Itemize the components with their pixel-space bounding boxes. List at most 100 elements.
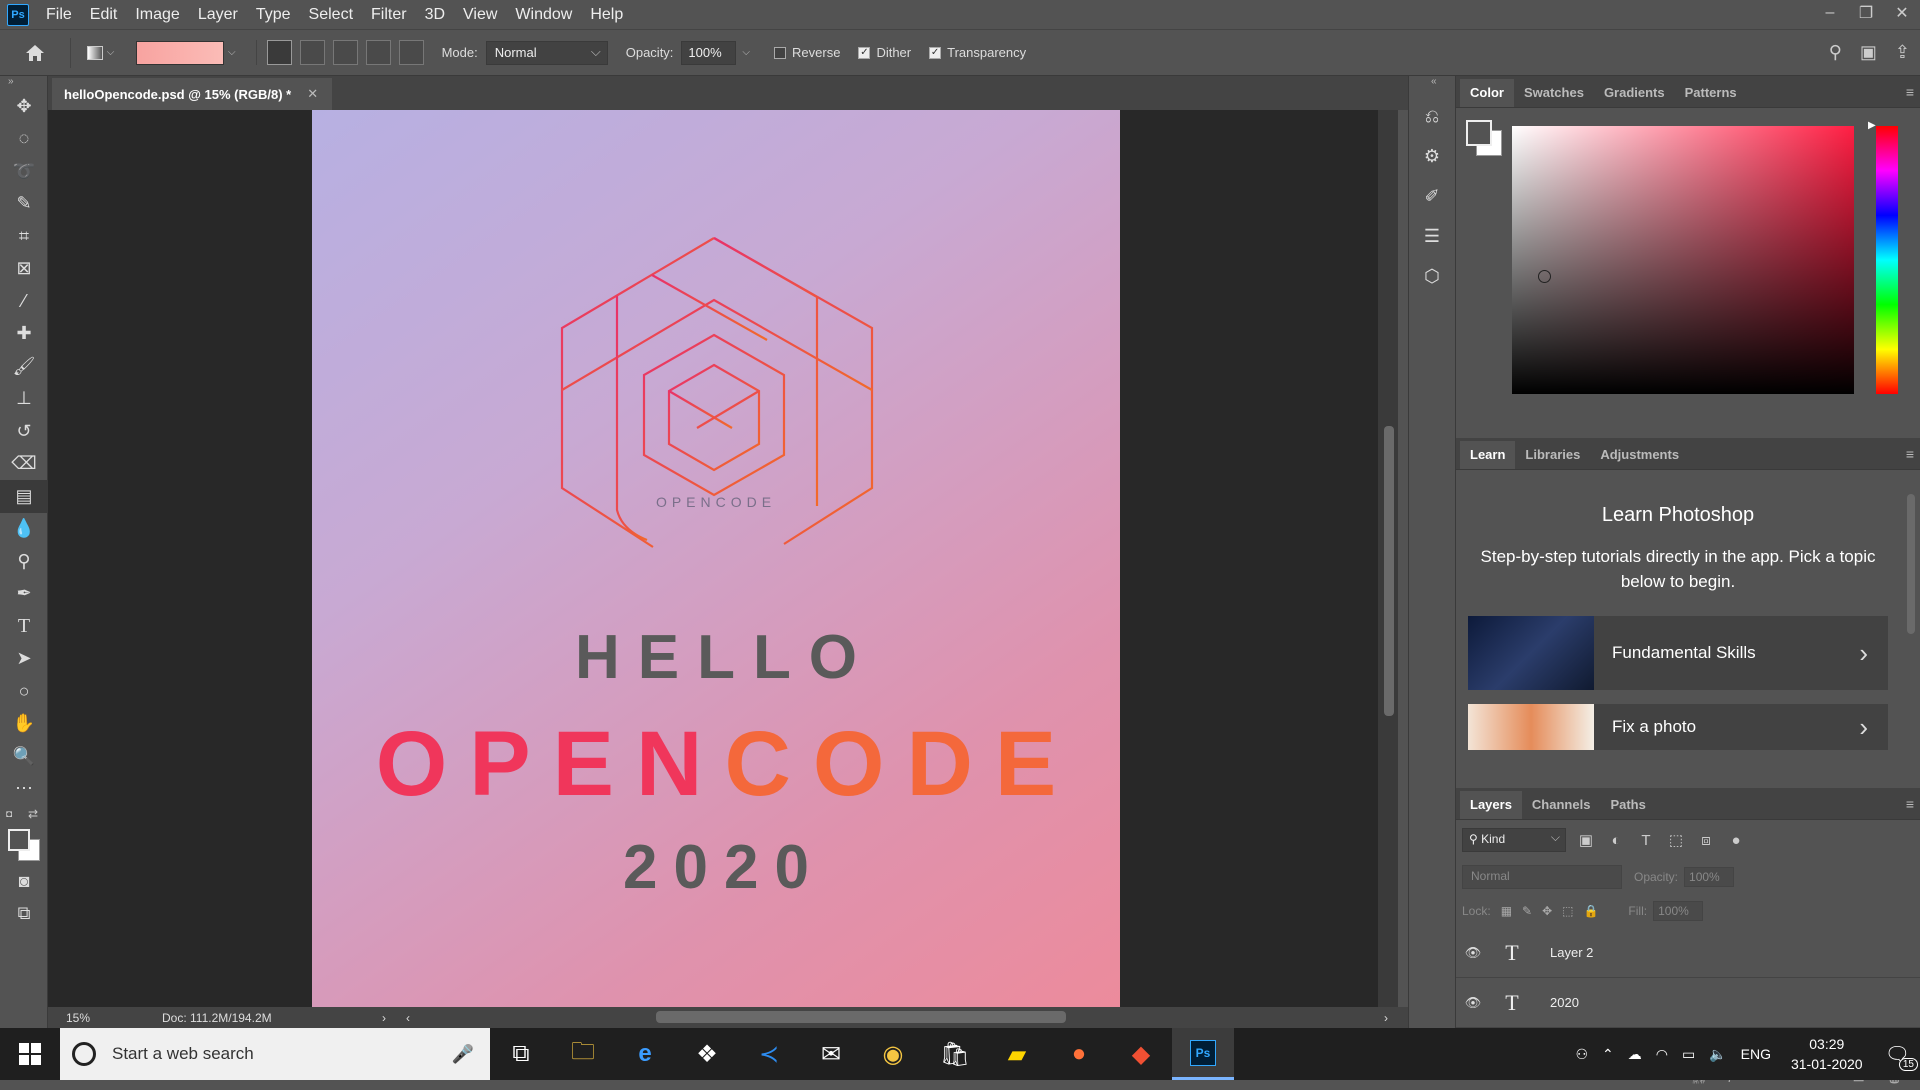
panel-menu-icon[interactable]: ≡: [1906, 796, 1914, 812]
filter-toggle-icon[interactable]: ●: [1726, 832, 1746, 849]
minimize-button[interactable]: –: [1812, 0, 1848, 26]
wifi-icon[interactable]: ◠: [1656, 1046, 1668, 1063]
layer-row[interactable]: 👁 T 2020: [1456, 978, 1920, 1028]
visibility-eye-icon[interactable]: 👁: [1456, 995, 1490, 1011]
brushes-panel-icon[interactable]: ✐: [1409, 176, 1455, 216]
show-hidden-icons-icon[interactable]: ⌃: [1602, 1046, 1614, 1063]
type-filter-icon[interactable]: T: [1636, 832, 1656, 849]
workspace-icon[interactable]: ▣: [1860, 42, 1877, 63]
zoom-tool-icon[interactable]: 🔍: [0, 740, 48, 773]
notification-center-icon[interactable]: 🗨 15: [1885, 1042, 1918, 1071]
gradient-tool-icon[interactable]: ▤: [0, 480, 48, 513]
lock-icons[interactable]: ▦✎✥⬚🔒: [1501, 904, 1609, 918]
document-tab[interactable]: helloOpencode.psd @ 15% (RGB/8) * ✕: [52, 78, 333, 110]
learn-card-fundamental-skills[interactable]: Fundamental Skills ›: [1468, 616, 1888, 690]
menu-help[interactable]: Help: [581, 0, 632, 29]
menu-filter[interactable]: Filter: [362, 0, 416, 29]
dropbox-icon[interactable]: ❖: [676, 1028, 738, 1080]
screen-mode-icon[interactable]: ⧉: [0, 898, 48, 931]
hue-slider[interactable]: [1876, 126, 1898, 394]
dither-checkbox-box[interactable]: ✓: [858, 46, 871, 59]
dodge-tool-icon[interactable]: ⚲: [0, 545, 48, 578]
healing-brush-tool-icon[interactable]: ✚: [0, 318, 48, 351]
tab-paths[interactable]: Paths: [1600, 791, 1655, 819]
menu-select[interactable]: Select: [300, 0, 362, 29]
eraser-tool-icon[interactable]: ⌫: [0, 448, 48, 481]
history-brush-tool-icon[interactable]: ↺: [0, 415, 48, 448]
adjustment-filter-icon[interactable]: ◐: [1606, 832, 1626, 849]
properties-panel-icon[interactable]: ⚙: [1409, 136, 1455, 176]
people-icon[interactable]: ⚇: [1575, 1046, 1588, 1063]
path-selection-tool-icon[interactable]: ➤: [0, 643, 48, 676]
visibility-eye-icon[interactable]: 👁: [1456, 945, 1490, 961]
panel-menu-icon[interactable]: ≡: [1906, 84, 1914, 100]
menu-window[interactable]: Window: [506, 0, 581, 29]
start-button[interactable]: [0, 1028, 60, 1080]
reverse-checkbox-box[interactable]: [774, 46, 787, 59]
opacity-input[interactable]: 100%: [681, 40, 737, 65]
tab-learn[interactable]: Learn: [1460, 441, 1516, 469]
status-arrow-icon[interactable]: ›: [382, 1011, 386, 1025]
menu-3d[interactable]: 3D: [416, 0, 454, 29]
gradient-preview[interactable]: [136, 40, 224, 65]
tab-patterns[interactable]: Patterns: [1675, 79, 1747, 107]
artboard[interactable]: OPENCODE HELLO OPENCODE 2020: [312, 110, 1120, 1007]
hand-tool-icon[interactable]: ✋: [0, 708, 48, 741]
firefox-icon[interactable]: ●: [1048, 1028, 1110, 1080]
move-tool-icon[interactable]: ✥: [0, 90, 48, 123]
gradient-dropdown-icon[interactable]: ⌵: [228, 47, 236, 58]
git-icon[interactable]: ◆: [1110, 1028, 1172, 1080]
dither-checkbox[interactable]: ✓ Dither: [858, 45, 911, 60]
lasso-tool-icon[interactable]: ➰: [0, 155, 48, 188]
scroll-left-icon[interactable]: ‹: [406, 1011, 410, 1025]
stamp-tool-icon[interactable]: ⊥: [0, 383, 48, 416]
canvas-vertical-scrollbar[interactable]: [1378, 110, 1398, 1007]
taskbar-search[interactable]: Start a web search 🎤: [60, 1028, 490, 1080]
foreground-color[interactable]: [8, 829, 30, 851]
layer-kind-filter[interactable]: ⚲ Kind: [1462, 828, 1566, 852]
learn-scrollbar[interactable]: [1902, 470, 1920, 750]
collapse-panels-icon[interactable]: «: [1409, 76, 1455, 96]
scroll-right-icon[interactable]: ›: [1384, 1011, 1388, 1025]
opacity-dropdown-icon[interactable]: ⌵: [742, 47, 750, 58]
onedrive-icon[interactable]: ☁: [1628, 1046, 1642, 1063]
home-button[interactable]: [0, 44, 70, 62]
tab-libraries[interactable]: Libraries: [1515, 441, 1590, 469]
fill-input[interactable]: 100%: [1653, 901, 1704, 921]
volume-icon[interactable]: 🔈: [1709, 1046, 1726, 1063]
mail-icon[interactable]: ✉: [800, 1028, 862, 1080]
hue-marker-icon[interactable]: ▶: [1868, 120, 1876, 131]
layer-name[interactable]: Layer 2: [1550, 945, 1593, 960]
quick-select-tool-icon[interactable]: ✎: [0, 188, 48, 221]
tab-color[interactable]: Color: [1460, 79, 1514, 107]
zoom-level[interactable]: 15%: [48, 1011, 108, 1025]
share-icon[interactable]: ⇪: [1895, 42, 1910, 63]
layer-row[interactable]: 👁 T Layer 2: [1456, 928, 1920, 978]
color-picker-cursor[interactable]: [1538, 270, 1551, 283]
restore-button[interactable]: ❐: [1848, 0, 1884, 26]
eyedropper-tool-icon[interactable]: ⁄: [0, 285, 48, 318]
more-tools-icon[interactable]: ⋯: [0, 773, 48, 806]
menu-file[interactable]: File: [37, 0, 81, 29]
chrome-icon[interactable]: ◉: [862, 1028, 924, 1080]
task-view-icon[interactable]: ⧉: [490, 1028, 552, 1080]
history-panel-icon[interactable]: ⎌: [1409, 96, 1455, 136]
angle-gradient-button[interactable]: [332, 40, 358, 65]
menu-view[interactable]: View: [454, 0, 506, 29]
scroll-thumb[interactable]: [1384, 426, 1394, 716]
shape-filter-icon[interactable]: ⬚: [1666, 831, 1686, 849]
tab-swatches[interactable]: Swatches: [1514, 79, 1594, 107]
mode-select[interactable]: Normal: [485, 40, 608, 65]
transparency-checkbox[interactable]: ✓ Transparency: [929, 45, 1026, 60]
learn-scroll-thumb[interactable]: [1907, 494, 1915, 634]
menu-type[interactable]: Type: [247, 0, 300, 29]
blur-tool-icon[interactable]: 💧: [0, 513, 48, 546]
adjustments-panel-icon[interactable]: ☰: [1409, 216, 1455, 256]
frame-tool-icon[interactable]: ⊠: [0, 253, 48, 286]
language-indicator[interactable]: ENG: [1741, 1046, 1771, 1062]
tab-channels[interactable]: Channels: [1522, 791, 1601, 819]
blend-mode-select[interactable]: Normal: [1462, 865, 1622, 889]
saturation-value-field[interactable]: [1512, 126, 1854, 394]
panel-menu-icon[interactable]: ≡: [1906, 446, 1914, 462]
file-explorer-icon[interactable]: 🗀: [552, 1028, 614, 1080]
